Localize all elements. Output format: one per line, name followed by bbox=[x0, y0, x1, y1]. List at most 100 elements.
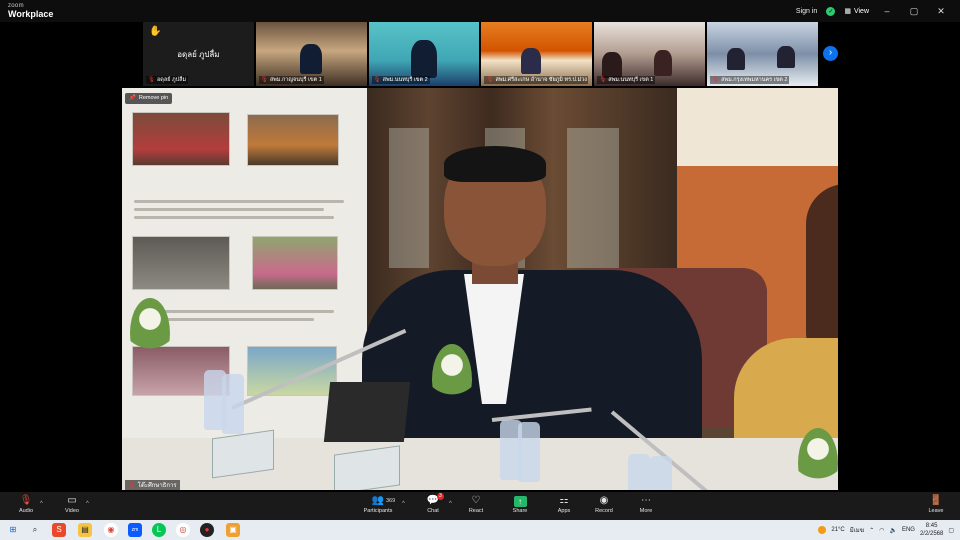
participants-button[interactable]: 👥 369 ^ Participants bbox=[352, 494, 405, 514]
participant-figure bbox=[410, 40, 437, 78]
mic-muted-icon: 🎙 bbox=[712, 77, 720, 83]
record-label: Record bbox=[595, 508, 613, 514]
poster-photo bbox=[247, 346, 337, 396]
weather-desc: มีเมฆ bbox=[849, 528, 865, 534]
caret-up-icon[interactable]: ^ bbox=[86, 497, 89, 511]
main-video[interactable] bbox=[122, 88, 838, 490]
more-label: More bbox=[639, 508, 653, 514]
participant-tile[interactable]: 🎙 สพม.กาญจนบุรี เขต 1 bbox=[255, 22, 367, 86]
laptop bbox=[323, 382, 411, 442]
react-label: React bbox=[468, 508, 484, 514]
remove-pin-label: Remove pin bbox=[138, 95, 169, 101]
windows-start-icon[interactable]: ⊞ bbox=[6, 523, 20, 537]
audio-label: Audio bbox=[18, 508, 34, 514]
audio-button[interactable]: 🎙 ^ Audio bbox=[0, 494, 52, 514]
participant-tile[interactable]: 🎙 สพม.ศรีสะเกษ อำนาจ ชัยภูมิ ทร.ป.ม่วง bbox=[481, 22, 593, 86]
flower-vase bbox=[130, 298, 170, 368]
maximize-icon[interactable]: ▢ bbox=[905, 6, 923, 17]
zoom-icon[interactable]: zm bbox=[128, 523, 142, 537]
chrome-icon[interactable]: ◉ bbox=[104, 523, 118, 537]
water-bottle bbox=[650, 456, 672, 490]
video-button[interactable]: ▭ ^ Video bbox=[46, 494, 98, 514]
mic-muted-icon: 🎙 bbox=[486, 77, 494, 83]
participant-figure bbox=[727, 48, 746, 70]
chevron-right-icon[interactable]: › bbox=[823, 46, 838, 61]
caret-up-icon[interactable]: ^ bbox=[40, 497, 43, 511]
taskbar-app-icon[interactable]: S bbox=[52, 523, 66, 537]
view-label: View bbox=[853, 7, 869, 15]
sign-in-link[interactable]: Sign in bbox=[796, 8, 817, 15]
share-screen-icon: ↑ bbox=[513, 496, 527, 507]
share-label: Share bbox=[512, 508, 528, 514]
taskbar-app-icon[interactable]: ▣ bbox=[226, 523, 240, 537]
mic-muted-icon: 🎙 bbox=[128, 482, 136, 489]
participant-name-label: 🎙 สพม.กรุงเทพมหานคร เขต 2 bbox=[710, 76, 790, 84]
language-indicator[interactable]: ENG bbox=[902, 527, 915, 533]
participant-name-label: 🎙 สพม.กาญจนบุรี เขต 1 bbox=[258, 76, 324, 84]
participant-name-label: 🎙 อดุลย์ ภูปลื่ม bbox=[146, 76, 189, 84]
minimize-icon[interactable]: – bbox=[878, 6, 896, 16]
apps-label: Apps bbox=[557, 508, 571, 514]
notification-icon[interactable]: ▢ bbox=[948, 527, 954, 534]
clock[interactable]: 8:45 2/2/2568 bbox=[920, 522, 943, 538]
search-icon[interactable]: ⌕ bbox=[28, 523, 42, 537]
water-bottle bbox=[222, 374, 244, 434]
chat-badge: 3 bbox=[437, 493, 444, 500]
person-hair bbox=[806, 184, 838, 354]
participant-tile[interactable]: 🎙 สพม.นนทบุรี เขต 2 bbox=[368, 22, 480, 86]
leave-label: Leave bbox=[928, 508, 944, 514]
main-participant-name-label: 🎙 โต๊ะศึกษาธิการ bbox=[125, 480, 180, 490]
pin-icon: 📌 bbox=[129, 95, 136, 101]
participant-name: โต๊ะศึกษาธิการ bbox=[137, 483, 177, 489]
participants-icon: 👥 369 ^ bbox=[352, 494, 405, 511]
mic-muted-icon: 🎙 ^ bbox=[0, 494, 52, 508]
remove-pin-button[interactable]: 📌 Remove pin bbox=[125, 93, 173, 104]
line-icon[interactable]: L bbox=[152, 523, 166, 537]
taskbar-app-icon[interactable]: ● bbox=[200, 523, 214, 537]
system-tray: 21°C มีเมฆ ⌃ ◠ 🔈 ENG 8:45 2/2/2568 ▢ bbox=[818, 520, 960, 540]
wifi-icon[interactable]: ◠ bbox=[879, 527, 884, 534]
mic-muted-icon: 🎙 bbox=[599, 77, 607, 83]
taskbar-app-icon[interactable]: ◎ bbox=[176, 523, 190, 537]
participant-name: สพม.นนทบุรี เขต 2 bbox=[382, 77, 428, 83]
poster-photo bbox=[252, 236, 338, 290]
leave-button[interactable]: 🚪 Leave bbox=[910, 494, 960, 514]
video-label: Video bbox=[65, 508, 79, 514]
poster-text-line bbox=[134, 208, 324, 211]
participant-display-name: อดุลย์ ภูปลื่ม bbox=[177, 50, 220, 59]
clock-time: 8:45 bbox=[925, 523, 938, 529]
participant-figure bbox=[299, 44, 322, 74]
more-icon: ⋯ bbox=[641, 495, 651, 506]
participant-name: สพม.กรุงเทพมหานคร เขต 2 bbox=[721, 77, 788, 83]
more-button[interactable]: ⋯ More bbox=[620, 494, 672, 514]
participant-tile[interactable]: ✋ อดุลย์ ภูปลื่ม 🎙 อดุลย์ ภูปลื่ม bbox=[143, 22, 254, 86]
clock-date: 2/2/2568 bbox=[919, 531, 944, 537]
participant-figure bbox=[777, 46, 796, 68]
shield-check-icon[interactable]: ✓ bbox=[826, 6, 836, 16]
poster-photo bbox=[132, 236, 230, 290]
brand-name: Workplace bbox=[8, 9, 54, 19]
participant-figure bbox=[521, 48, 542, 74]
mic-muted-icon: 🎙 bbox=[260, 77, 268, 83]
participant-name: สพม.กาญจนบุรี เขต 1 bbox=[269, 77, 322, 83]
speaker-icon[interactable]: 🔈 bbox=[889, 527, 896, 534]
flower-vase bbox=[798, 428, 838, 490]
participant-tile[interactable]: 🎙 สพม.นนทบุรี เขต 1 bbox=[594, 22, 706, 86]
mic-muted-icon: 🎙 bbox=[148, 77, 155, 83]
participant-tile[interactable]: 🎙 สพม.กรุงเทพมหานคร เขต 2 bbox=[707, 22, 818, 86]
folder-icon[interactable]: ▤ bbox=[78, 523, 92, 537]
view-button[interactable]: ▦ View bbox=[844, 7, 869, 16]
close-icon[interactable]: ✕ bbox=[932, 6, 950, 17]
participant-name-label: 🎙 สพม.นนทบุรี เขต 2 bbox=[371, 76, 430, 84]
gallery-strip: ✋ อดุลย์ ภูปลื่ม 🎙 อดุลย์ ภูปลื่ม 🎙 สพม.กา… bbox=[143, 22, 818, 86]
raised-hand-icon: ✋ bbox=[149, 26, 162, 37]
door-glass bbox=[567, 128, 619, 268]
caret-up-icon[interactable]: ^ bbox=[402, 497, 405, 511]
meeting-toolbar: 🎙 ^ Audio ▭ ^ Video 👥 369 ^ Participants 💬 3 ^… bbox=[0, 492, 960, 520]
poster-photo bbox=[132, 112, 230, 166]
chevron-up-icon[interactable]: ⌃ bbox=[869, 527, 874, 534]
participant-figure bbox=[654, 50, 673, 76]
participant-name-label: 🎙 สพม.ศรีสะเกษ อำนาจ ชัยภูมิ ทร.ป.ม่วง bbox=[484, 76, 589, 84]
weather-icon[interactable] bbox=[818, 526, 827, 534]
weather-temp: 21°C bbox=[831, 527, 845, 533]
